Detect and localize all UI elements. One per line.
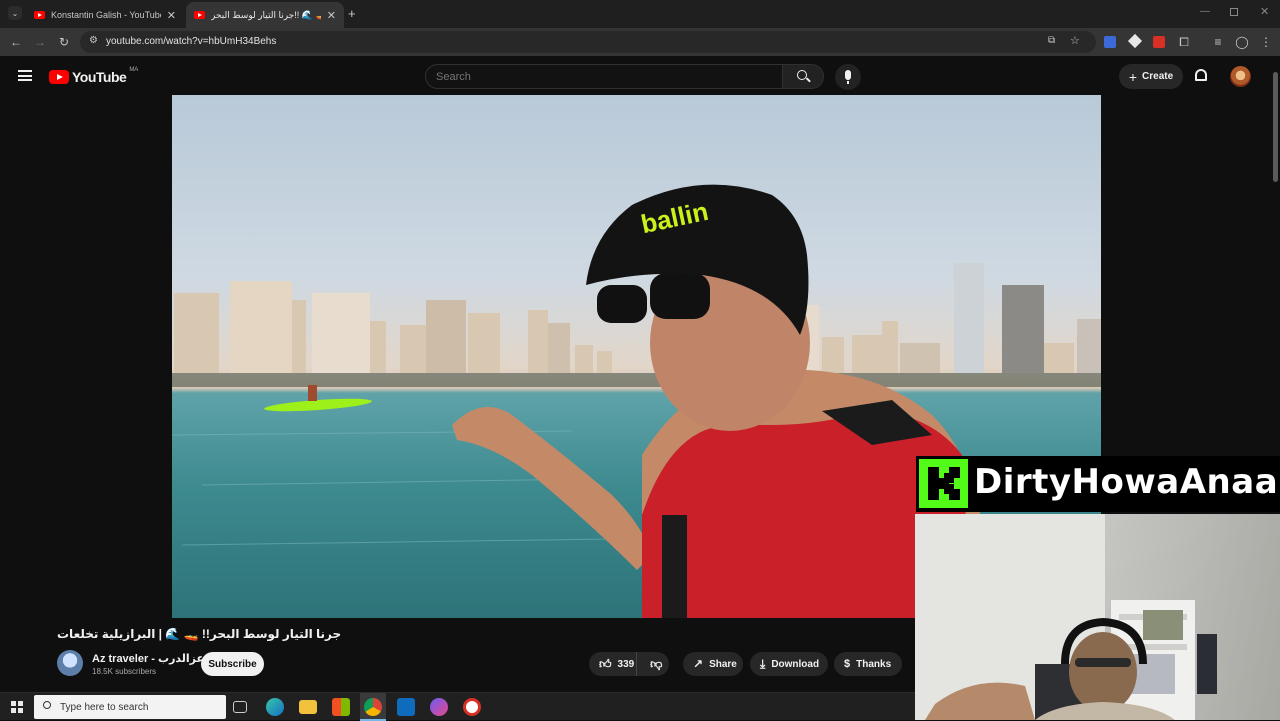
tab-title: Konstantin Galish - YouTube (51, 10, 161, 20)
extension-red-icon[interactable] (1153, 36, 1165, 48)
tab-search-icon[interactable]: ⌄ (8, 6, 22, 20)
streamer-banner: DirtyHowaAnaa (916, 456, 1280, 512)
share-button[interactable]: ↗ Share (683, 652, 743, 676)
tab-close-icon[interactable]: ✕ (167, 9, 176, 22)
webcam-feed (915, 514, 1280, 720)
microsoft-store-icon[interactable] (332, 698, 350, 716)
back-icon[interactable]: ← (8, 34, 24, 50)
tab-current-video[interactable]: جرنا التيار لوسط البحر!! 🌊 🚤 ✕ (186, 2, 344, 28)
kick-logo-icon (919, 459, 968, 508)
create-button[interactable]: + Create (1119, 64, 1183, 89)
video-title: جرنا التيار لوسط البحر!! 🚤 🌊 | البرازيلي… (57, 627, 342, 641)
youtube-favicon-icon (194, 11, 205, 19)
search-button[interactable] (782, 64, 824, 89)
address-bar[interactable]: ⚙ youtube.com/watch?v=hbUmH34Behs ⧉ ☆ (80, 31, 1096, 53)
windows-start-icon[interactable] (11, 701, 23, 713)
extension-translate-icon[interactable] (1104, 36, 1116, 48)
menu-kebab-icon[interactable]: ⋮ (1258, 34, 1274, 50)
microphone-icon (845, 70, 851, 80)
outlook-icon[interactable] (397, 698, 415, 716)
channel-avatar[interactable] (57, 650, 83, 676)
country-code: MA (129, 67, 139, 73)
voice-search-button[interactable] (835, 64, 861, 90)
taskbar-search-placeholder: Type here to search (60, 702, 149, 713)
windows-taskbar: Type here to search (0, 692, 915, 721)
plus-icon: + (1128, 68, 1138, 85)
bookmark-star-icon[interactable]: ☆ (1070, 34, 1080, 47)
taskbar-search-box[interactable]: Type here to search (34, 695, 226, 719)
taskbar-search-icon (43, 701, 51, 709)
search-input[interactable] (436, 71, 766, 83)
file-explorer-icon[interactable] (299, 700, 317, 714)
channel-name[interactable]: Az traveler - عزالدرب (92, 652, 204, 665)
close-window-icon[interactable]: ✕ (1260, 5, 1269, 18)
share-icon: ↗ (693, 657, 704, 671)
tab-title: جرنا التيار لوسط البحر!! 🌊 🚤 (211, 9, 321, 20)
notifications-bell-icon[interactable] (1195, 69, 1207, 81)
like-dislike-group: 👍︎ 339 👎︎ (589, 652, 669, 676)
download-button[interactable]: ⤓ Download (750, 652, 828, 676)
youtube-header: YouTube MA + Create (0, 56, 1280, 96)
reload-icon[interactable]: ↻ (56, 34, 72, 50)
forward-icon[interactable]: → (32, 34, 48, 50)
edge-browser-icon[interactable] (266, 698, 284, 716)
account-avatar[interactable] (1230, 66, 1251, 87)
youtube-logo[interactable]: YouTube MA (49, 67, 139, 85)
tab-konstantin-galish[interactable]: Konstantin Galish - YouTube ✕ (26, 2, 184, 28)
app-red-icon[interactable] (463, 698, 481, 716)
profile-icon[interactable]: ◯ (1234, 34, 1250, 50)
install-app-icon[interactable]: ⧉ (1048, 35, 1055, 46)
task-view-icon[interactable] (233, 701, 247, 713)
subscribe-button[interactable]: Subscribe (201, 652, 264, 676)
dislike-button[interactable]: 👎︎ (643, 652, 669, 676)
new-tab-icon[interactable]: + (348, 6, 356, 21)
site-info-icon[interactable]: ⚙ (89, 35, 98, 46)
youtube-favicon-icon (34, 11, 45, 19)
minimize-icon[interactable]: — (1200, 6, 1210, 17)
thumbs-up-icon: 👍︎ (599, 656, 612, 671)
download-icon: ⤓ (760, 656, 766, 671)
extensions-puzzle-icon[interactable]: ⧠ (1176, 34, 1192, 50)
search-box (425, 64, 783, 89)
youtube-logo-text: YouTube (72, 69, 127, 85)
subscriber-count: 18.5K subscribers (92, 667, 157, 676)
reading-list-icon[interactable]: ≡ (1210, 34, 1226, 50)
address-text: youtube.com/watch?v=hbUmH34Behs (106, 36, 277, 47)
youtube-logo-icon (49, 70, 69, 84)
extension-diamond-icon[interactable] (1127, 33, 1143, 49)
share-label: Share (709, 658, 737, 670)
create-label: Create (1142, 71, 1174, 82)
thanks-icon: $ (844, 658, 851, 670)
tab-close-icon[interactable]: ✕ (327, 9, 336, 22)
thumbs-down-icon: 👎︎ (650, 656, 663, 671)
thanks-button[interactable]: $ Thanks (834, 652, 902, 676)
page-scrollbar[interactable] (1270, 56, 1280, 516)
messenger-icon[interactable] (430, 698, 448, 716)
like-count: 339 (617, 658, 635, 670)
chrome-icon[interactable] (364, 698, 382, 716)
download-label: Download (771, 658, 820, 670)
browser-tab-bar: ⌄ Konstantin Galish - YouTube ✕ جرنا الت… (0, 0, 1280, 28)
browser-toolbar: ← → ↻ ⚙ youtube.com/watch?v=hbUmH34Behs … (0, 28, 1280, 56)
restore-icon[interactable] (1230, 8, 1238, 16)
scrollbar-thumb[interactable] (1273, 72, 1278, 182)
hamburger-menu-icon[interactable] (18, 70, 32, 81)
thanks-label: Thanks (856, 658, 892, 670)
streamer-name: DirtyHowaAnaa (974, 462, 1279, 502)
like-button[interactable]: 👍︎ 339 (589, 652, 638, 676)
